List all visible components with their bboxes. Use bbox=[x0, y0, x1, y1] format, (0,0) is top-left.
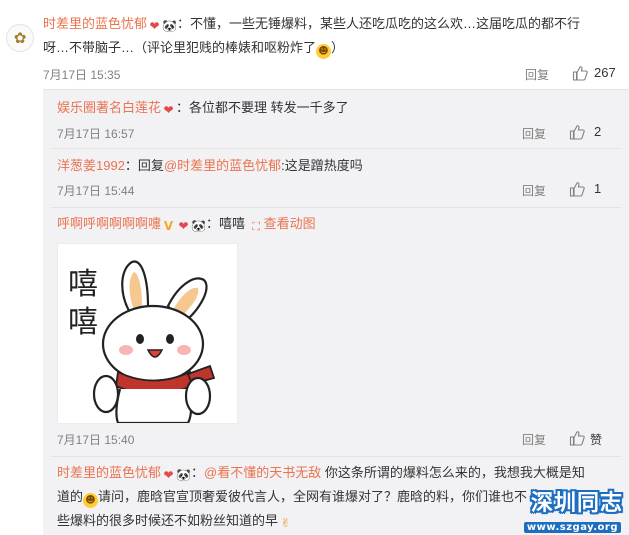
thumbs-up-icon[interactable] bbox=[569, 124, 585, 140]
heart-badge-icon: ❤ bbox=[163, 468, 174, 482]
reply-body: ：嘻嘻 bbox=[206, 216, 246, 231]
thumbs-up-icon[interactable] bbox=[569, 430, 585, 446]
heart-badge-icon: ❤ bbox=[163, 103, 174, 117]
comment-time: 7月17日 15:35 bbox=[43, 68, 121, 82]
reply-body: :这是蹭热度吗 bbox=[281, 158, 363, 173]
reply-button[interactable]: 回复 bbox=[522, 125, 546, 142]
panda-emoji-icon: 🐼 bbox=[191, 219, 206, 233]
reply-username[interactable]: 呼啊呼啊啊啊啊嚏 bbox=[57, 216, 161, 231]
reply-time: 7月17日 15:44 bbox=[57, 184, 135, 198]
bunny-sticker-drawing: 嘻 嘻 bbox=[68, 260, 216, 425]
ok-hand-icon: ✌ bbox=[280, 516, 291, 530]
vip-v-icon: V bbox=[163, 219, 174, 233]
reply-text: 洋葱姜1992：回复@时差里的蓝色忧郁:这是蹭热度吗 bbox=[57, 154, 617, 178]
reply-button[interactable]: 回复 bbox=[522, 431, 546, 448]
reply-text: 娱乐圈著名白莲花 ❤ ：各位都不要理 转发一千多了 bbox=[57, 96, 617, 120]
grin-emoji-icon: ☻ bbox=[316, 44, 332, 59]
like-count: 1 bbox=[594, 181, 602, 196]
reply-body-line1: 你这条所谓的爆料怎么来的，我想我大概是知 bbox=[321, 465, 585, 480]
comment-body-line2: 呀…不带脑子…（评论里犯贱的棒婊和呕粉炸了 bbox=[43, 40, 317, 55]
mention-link[interactable]: @时差里的蓝色忧郁 bbox=[164, 158, 281, 173]
reply-body-line2b: 请问，鹿晗官宣顶奢爱彼代言人，全网有谁爆对了？鹿晗的料，你们谁也不 bbox=[98, 489, 528, 504]
panda-emoji-icon: 🐼 bbox=[162, 19, 177, 33]
sticker-caption-bottom: 嘻 bbox=[68, 305, 98, 340]
view-gif-label: 查看动图 bbox=[263, 216, 316, 231]
reply-body-line3: 些爆料的很多时候还不如粉丝知道的早 bbox=[57, 513, 279, 528]
image-icon: ⛶ bbox=[252, 220, 260, 233]
heart-badge-icon: ❤ bbox=[149, 19, 160, 33]
replies-container: 娱乐圈著名白莲花 ❤ ：各位都不要理 转发一千多了 7月17日 16:57 回复 2… bbox=[43, 89, 629, 535]
reply-button[interactable]: 回复 bbox=[525, 66, 549, 83]
reply-username[interactable]: 娱乐圈著名白莲花 bbox=[57, 100, 161, 115]
reply-time: 7月17日 16:57 bbox=[57, 127, 135, 141]
site-watermark: 深圳同志 www.szgay.org bbox=[507, 483, 627, 535]
reply-prefix: ：回复 bbox=[124, 158, 164, 173]
grin-emoji-icon: ☻ bbox=[83, 493, 99, 508]
reply-item: 洋葱姜1992：回复@时差里的蓝色忧郁:这是蹭热度吗 7月17日 15:44 回… bbox=[43, 149, 629, 207]
thumbs-up-icon[interactable] bbox=[572, 65, 588, 81]
like-count: 2 bbox=[594, 124, 602, 139]
like-count: 267 bbox=[594, 65, 616, 80]
mention-link[interactable]: @看不懂的天书无敌 bbox=[204, 465, 321, 480]
reply-button[interactable]: 回复 bbox=[522, 182, 546, 199]
sticker-image[interactable]: 嘻 嘻 bbox=[57, 243, 238, 425]
view-gif-link[interactable]: ⛶ 查看动图 bbox=[249, 216, 316, 233]
panda-emoji-icon: 🐼 bbox=[176, 468, 191, 482]
heart-badge-icon: ❤ bbox=[178, 219, 189, 233]
avatar[interactable]: ✿ bbox=[6, 24, 34, 52]
reply-username[interactable]: 洋葱姜1992 bbox=[57, 158, 125, 173]
reply-body: ：各位都不要理 转发一千多了 bbox=[176, 100, 349, 115]
reply-username[interactable]: 时差里的蓝色忧郁 bbox=[57, 465, 161, 480]
sticker-caption-top: 嘻 bbox=[68, 267, 98, 302]
comment-body-line1: ：不懂，一些无锤爆料，某些人还吃瓜吃的这么欢…这届吃瓜的都不行 bbox=[177, 16, 581, 31]
reply-time: 7月17日 15:40 bbox=[57, 433, 135, 447]
reply-body-line2a: 道的 bbox=[57, 489, 84, 504]
watermark-title: 深圳同志 bbox=[530, 491, 623, 516]
like-label[interactable]: 赞 bbox=[590, 431, 602, 448]
main-comment: ✿ 时差里的蓝色忧郁 ❤ 🐼：不懂，一些无锤爆料，某些人还吃瓜吃的这么欢…这届吃瓜的… bbox=[0, 0, 629, 89]
comment-username[interactable]: 时差里的蓝色忧郁 bbox=[43, 16, 147, 31]
reply-prefix: ： bbox=[191, 465, 205, 480]
reply-text: 呼啊呼啊啊啊啊嚏 V ❤ 🐼：嘻嘻 ⛶ 查看动图 bbox=[57, 212, 617, 236]
thumbs-up-icon[interactable] bbox=[569, 181, 585, 197]
comment-body-end: ） bbox=[331, 40, 345, 55]
comment-text: 时差里的蓝色忧郁 ❤ 🐼：不懂，一些无锤爆料，某些人还吃瓜吃的这么欢…这届吃瓜的都不… bbox=[43, 12, 623, 60]
reply-item: 娱乐圈著名白莲花 ❤ ：各位都不要理 转发一千多了 7月17日 16:57 回复 2 bbox=[43, 90, 629, 148]
watermark-url: www.szgay.org bbox=[523, 522, 621, 533]
